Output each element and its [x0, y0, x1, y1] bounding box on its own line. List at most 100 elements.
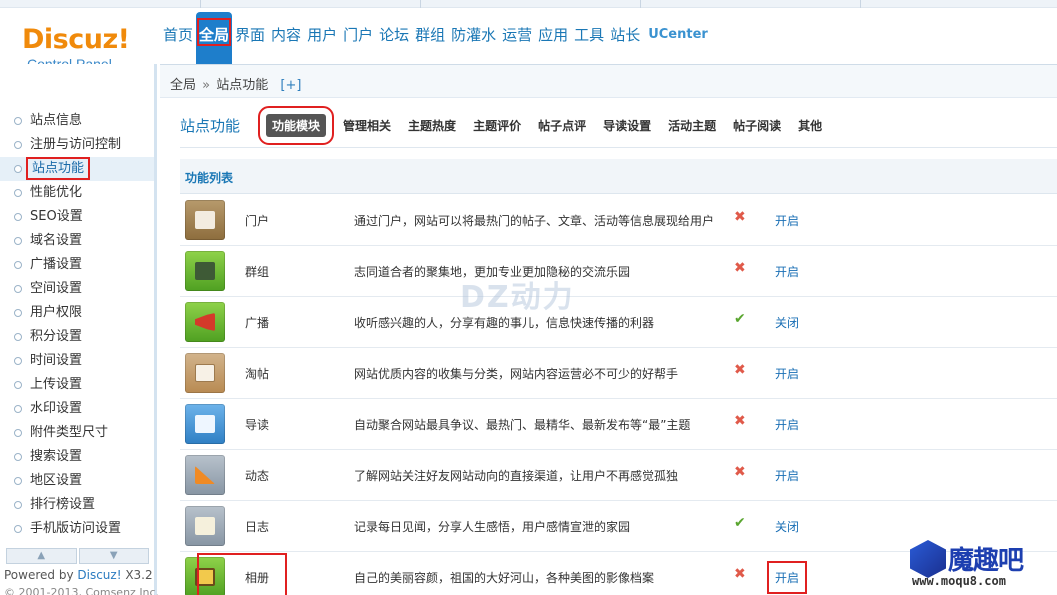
- sidebar-item-13[interactable]: 附件类型尺寸: [0, 421, 154, 445]
- sidebar-item-14[interactable]: 搜索设置: [0, 445, 154, 469]
- tab-0[interactable]: 功能模块: [258, 105, 335, 145]
- sidebar-item-0[interactable]: 站点信息: [0, 109, 154, 133]
- sidebar-item-1[interactable]: 注册与访问控制: [0, 133, 154, 157]
- portal-icon: [185, 200, 225, 240]
- breadcrumb-bar: 全局 » 站点功能 [+]: [160, 64, 1057, 98]
- enable-button[interactable]: 开启: [775, 467, 799, 484]
- nav-item-4[interactable]: 用户: [304, 12, 340, 64]
- scroll-up-button[interactable]: ▲: [6, 548, 77, 564]
- enable-button[interactable]: 开启: [775, 263, 799, 280]
- sidebar-menu: 站点信息注册与访问控制 站点功能 性能优化 SEO设置域名设置广播设置空间设置用户权限…: [0, 109, 154, 541]
- feature-description: 了解网站关注好友网站动向的直接渠道，让用户不再感觉孤独: [354, 469, 679, 483]
- sidebar-item-label: 站点信息: [30, 113, 83, 128]
- breadcrumb-root[interactable]: 全局: [170, 78, 196, 93]
- feed-icon: [185, 455, 225, 495]
- tab-1[interactable]: 管理相关: [337, 114, 397, 137]
- sidebar-item-11[interactable]: 上传设置: [0, 373, 154, 397]
- sidebar-item-4[interactable]: SEO设置: [0, 205, 154, 229]
- sidebar-scroll-controls: ▲ ▼: [6, 548, 149, 564]
- feature-list-title: 功能列表: [185, 171, 234, 185]
- nav-item-1[interactable]: 全局: [196, 12, 233, 64]
- sidebar-item-label: 站点功能: [25, 157, 91, 180]
- feature-description: 网站优质内容的收集与分类，网站内容运营必不可少的好帮手: [354, 367, 679, 381]
- tab-6[interactable]: 活动主题: [662, 114, 722, 137]
- nav-item-6[interactable]: 论坛: [376, 12, 412, 64]
- icon-glyph: [195, 313, 215, 331]
- sidebar-item-12[interactable]: 水印设置: [0, 397, 154, 421]
- add-shortcut-button[interactable]: [+]: [280, 78, 301, 93]
- sidebar-item-10[interactable]: 时间设置: [0, 349, 154, 373]
- nav-item-9[interactable]: 运营: [499, 12, 535, 64]
- sidebar-item-16[interactable]: 排行榜设置: [0, 493, 154, 517]
- sidebar-item-label: 用户权限: [30, 305, 83, 320]
- sidebar-item-label: 积分设置: [30, 329, 83, 344]
- sidebar-item-8[interactable]: 用户权限: [0, 301, 154, 325]
- sidebar-item-label: 附件类型尺寸: [30, 425, 109, 440]
- cross-icon: ✖: [734, 566, 746, 582]
- discuz-link[interactable]: Discuz!: [77, 568, 121, 582]
- feature-name: 淘帖: [245, 367, 270, 381]
- sidebar-item-3[interactable]: 性能优化: [0, 181, 154, 205]
- scroll-down-button[interactable]: ▼: [78, 548, 149, 564]
- nav-item-5[interactable]: 门户: [340, 12, 376, 64]
- tab-2[interactable]: 主题热度: [402, 114, 462, 137]
- disable-button[interactable]: 关闭: [775, 518, 799, 535]
- tab-7[interactable]: 帖子阅读: [727, 114, 787, 137]
- tab-5[interactable]: 导读设置: [597, 114, 657, 137]
- nav-item-3[interactable]: 内容: [268, 12, 304, 64]
- sidebar-item-label: 域名设置: [30, 233, 83, 248]
- feature-row: 导读 自动聚合网站最具争议、最热门、最精华、最新发布等“最”主题 ✖ 开启: [180, 399, 1057, 450]
- cross-icon: ✖: [734, 413, 746, 429]
- cross-icon: ✖: [734, 362, 746, 378]
- nav-item-2[interactable]: 界面: [232, 12, 268, 64]
- enable-button[interactable]: 开启: [775, 212, 799, 229]
- enable-button[interactable]: 开启: [775, 416, 799, 433]
- sidebar-item-label: 手机版访问设置: [30, 521, 122, 536]
- feature-row: 广播 收听感兴趣的人，分享有趣的事儿，信息快速传播的利器 ✔ 关闭: [180, 297, 1057, 348]
- sidebar-item-9[interactable]: 积分设置: [0, 325, 154, 349]
- feature-name: 广播: [245, 316, 270, 330]
- divider: [180, 147, 1057, 148]
- sidebar-item-label: 排行榜设置: [30, 497, 96, 512]
- nav-item-7[interactable]: 群组: [412, 12, 448, 64]
- strip-divider: [640, 0, 641, 8]
- nav-item-0[interactable]: 首页: [160, 12, 196, 64]
- nav-item-12[interactable]: 站长: [607, 12, 643, 64]
- nav-item-13[interactable]: UCenter: [643, 12, 711, 64]
- nav-item-11[interactable]: 工具: [571, 12, 607, 64]
- powered-by: Powered by Discuz! X3.2: [4, 568, 153, 582]
- enable-button[interactable]: 开启: [766, 561, 808, 594]
- icon-glyph: [195, 466, 215, 484]
- feature-row: 日志 记录每日见闻，分享人生感悟，用户感情宣泄的家园 ✔ 关闭: [180, 501, 1057, 552]
- sidebar-item-15[interactable]: 地区设置: [0, 469, 154, 493]
- icon-glyph: [195, 415, 215, 433]
- sidebar-item-label: 上传设置: [30, 377, 83, 392]
- main-nav: 首页 全局 界面 内容 用户 门户 论坛 群组 防灌水 运营 应用 工具 站长 UCenter: [160, 12, 711, 64]
- nav-item-8[interactable]: 防灌水: [448, 12, 499, 64]
- powered-by-version: X3.2: [121, 568, 153, 582]
- top-strip: [0, 0, 1057, 8]
- collection-icon: [185, 353, 225, 393]
- feature-name: 动态: [245, 469, 270, 483]
- feature-row: 群组 志同道合者的聚集地，更加专业更加隐秘的交流乐园 ✖ 开启: [180, 246, 1057, 297]
- sidebar-item-label: 广播设置: [30, 257, 83, 272]
- section-title: 站点功能: [180, 116, 241, 135]
- feature-description: 通过门户，网站可以将最热门的帖子、文章、活动等信息展现给用户: [354, 214, 715, 228]
- enable-button[interactable]: 开启: [775, 365, 799, 382]
- tab-8[interactable]: 其他: [792, 114, 828, 137]
- highlight-box: [197, 553, 287, 595]
- sidebar-item-7[interactable]: 空间设置: [0, 277, 154, 301]
- feature-description: 记录每日见闻，分享人生感悟，用户感情宣泄的家园: [354, 520, 631, 534]
- sidebar-item-17[interactable]: 手机版访问设置: [0, 517, 154, 541]
- sidebar-item-2[interactable]: 站点功能: [0, 157, 154, 181]
- tab-4[interactable]: 帖子点评: [532, 114, 592, 137]
- sidebar-item-5[interactable]: 域名设置: [0, 229, 154, 253]
- guide-icon: [185, 404, 225, 444]
- nav-item-10[interactable]: 应用: [535, 12, 571, 64]
- disable-button[interactable]: 关闭: [775, 314, 799, 331]
- sidebar-item-label: 水印设置: [30, 401, 83, 416]
- tab-3[interactable]: 主题评价: [467, 114, 527, 137]
- icon-glyph: [195, 211, 215, 229]
- sidebar-item-6[interactable]: 广播设置: [0, 253, 154, 277]
- feature-name: 门户: [245, 214, 270, 228]
